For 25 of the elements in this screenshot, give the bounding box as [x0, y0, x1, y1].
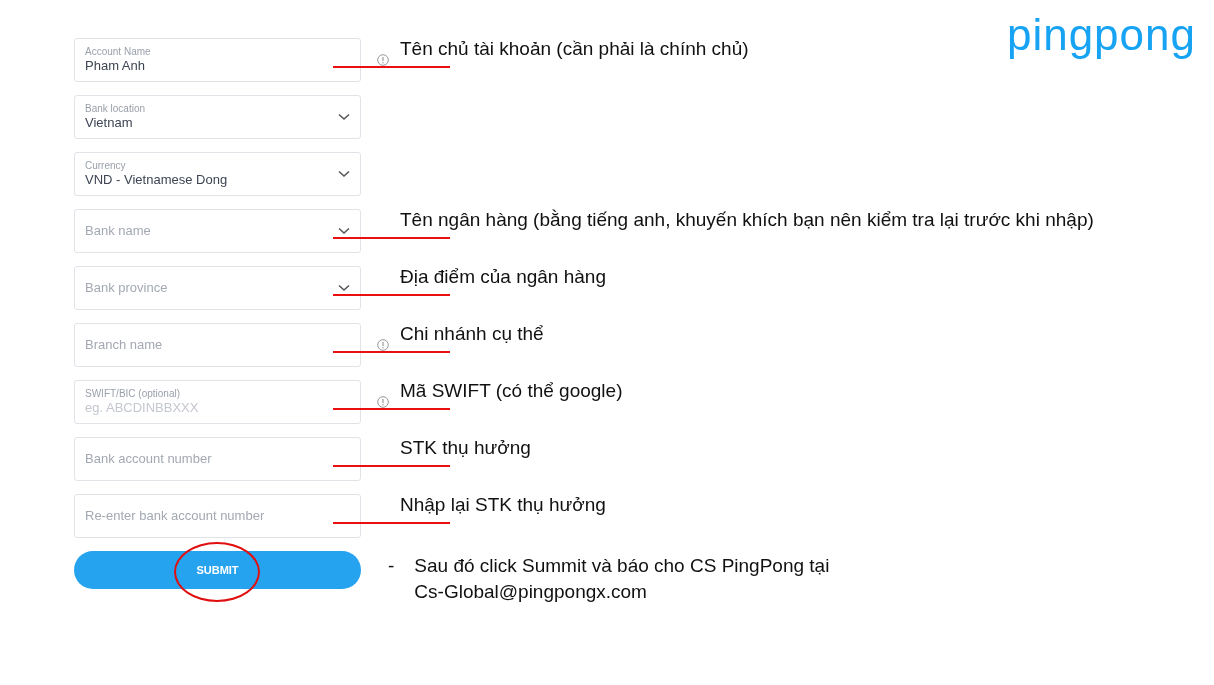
chevron-down-icon [338, 170, 350, 178]
input-field[interactable]: Account Name Pham Anh [74, 38, 361, 82]
chevron-down-icon [338, 227, 350, 235]
note-text: Cs-Global@pingpongx.com [414, 581, 648, 603]
dropdown-field[interactable]: Bank location Vietnam [74, 95, 361, 139]
bullet: - [388, 555, 395, 578]
chevron-down-icon [338, 113, 350, 121]
input-field[interactable]: Bank account number [74, 437, 361, 481]
annotation-text: Nhập lại STK thụ hưởng [400, 494, 606, 516]
submit-button[interactable]: SUBMIT [74, 551, 361, 589]
annotation-text: Mã SWIFT (có thể google) [400, 380, 623, 402]
input-field[interactable]: Branch name [74, 323, 361, 367]
logo: pingpong [1006, 10, 1196, 60]
annotation-text: Địa điểm của ngân hàng [400, 266, 606, 288]
annotation-text: Tên ngân hàng (bằng tiếng anh, khuyến khích bạn nên kiểm tra lại trước khi nhập) [400, 209, 1094, 231]
dropdown-field[interactable]: Currency VND - Vietnamese Dong [74, 152, 361, 196]
annotation-text: STK thụ hưởng [400, 437, 531, 459]
dropdown-field[interactable]: Bank name [74, 209, 361, 253]
chevron-down-icon [338, 284, 350, 292]
input-field[interactable]: SWIFT/BIC (optional) eg. ABCDINBBXXX [74, 380, 361, 424]
dropdown-field[interactable]: Bank province [74, 266, 361, 310]
note-text: Sau đó click Summit và báo cho CS PingPong tại [414, 555, 830, 577]
input-field[interactable]: Re-enter bank account number [74, 494, 361, 538]
annotation-text: Tên chủ tài khoản (cần phải là chính chủ) [400, 38, 749, 60]
annotation-text: Chi nhánh cụ thể [400, 323, 544, 345]
